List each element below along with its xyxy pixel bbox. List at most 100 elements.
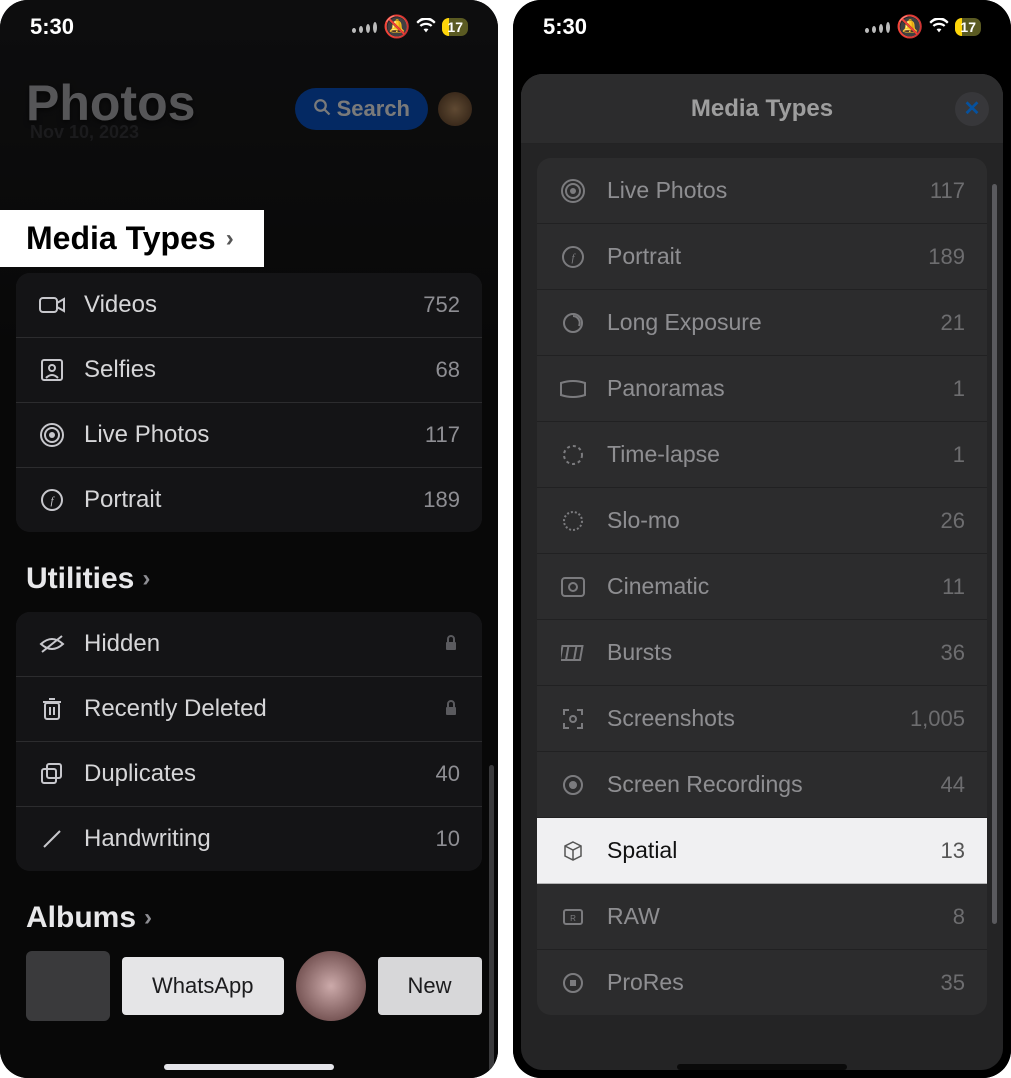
list-item-count: 11 — [942, 574, 965, 600]
list-item-label: Selfies — [84, 356, 418, 384]
scrollbar[interactable] — [992, 184, 997, 924]
list-item-portrait[interactable]: fPortrait189 — [16, 468, 482, 532]
timelapse-icon — [559, 444, 587, 466]
list-item-count: 26 — [941, 508, 965, 534]
list-item-long-exposure[interactable]: Long Exposure21 — [537, 290, 987, 356]
list-item-duplicates[interactable]: Duplicates40 — [16, 742, 482, 807]
album-new[interactable]: New — [378, 957, 482, 1015]
list-item-panoramas[interactable]: Panoramas1 — [537, 356, 987, 422]
list-item-count: 1,005 — [910, 706, 965, 732]
list-item-label: Handwriting — [84, 825, 418, 853]
list-item-cinematic[interactable]: Cinematic11 — [537, 554, 987, 620]
svg-text:f: f — [50, 495, 55, 507]
list-item-label: Recently Deleted — [84, 695, 426, 723]
chevron-right-icon: › — [144, 904, 152, 932]
cellular-signal-icon — [865, 22, 890, 33]
list-item-videos[interactable]: Videos752 — [16, 273, 482, 338]
list-item-recently-deleted[interactable]: Recently Deleted — [16, 677, 482, 742]
list-item-live-photos[interactable]: Live Photos 117 — [16, 403, 482, 468]
status-time: 5:30 — [543, 14, 587, 40]
list-item-handwriting[interactable]: Handwriting 10 — [16, 807, 482, 871]
utilities-label: Utilities — [26, 562, 134, 596]
portrait-icon: f — [38, 489, 66, 511]
list-item-label: Hidden — [84, 630, 426, 658]
cellular-signal-icon — [352, 22, 377, 33]
battery-icon: 17 — [442, 18, 468, 36]
lock-icon — [444, 630, 460, 658]
list-item-label: Bursts — [607, 639, 921, 666]
media-types-sheet-screen: 5:30 🔕 17 Media Types ✕ Live Photos117fP… — [513, 0, 1011, 1078]
list-item-count: 117 — [425, 422, 460, 448]
albums-section-header[interactable]: Albums › — [16, 893, 482, 943]
longexp-icon — [559, 312, 587, 334]
live-icon — [559, 179, 587, 203]
list-item-selfies[interactable]: Selfies 68 — [16, 338, 482, 403]
raw-icon: R — [559, 906, 587, 928]
svg-text:f: f — [571, 252, 576, 264]
sheet-body[interactable]: Live Photos 117 fPortrait189Long Exposure2… — [521, 144, 1003, 1070]
list-item-label: Duplicates — [84, 760, 418, 788]
list-item-label: Slo-mo — [607, 507, 921, 534]
chevron-right-icon: › — [226, 225, 234, 253]
search-button[interactable]: Search — [295, 88, 428, 130]
list-item-portrait[interactable]: fPortrait189 — [537, 224, 987, 290]
home-indicator[interactable] — [677, 1064, 847, 1070]
status-bar: 5:30 🔕 17 — [513, 0, 1011, 54]
list-item-count: 68 — [436, 357, 460, 383]
list-item-raw[interactable]: RRAW8 — [537, 884, 987, 950]
home-indicator[interactable] — [164, 1064, 334, 1070]
list-item-count: 10 — [436, 826, 460, 852]
list-item-bursts[interactable]: Bursts36 — [537, 620, 987, 686]
list-item-label: Time-lapse — [607, 441, 933, 468]
scrollbar[interactable] — [489, 765, 494, 1078]
photos-header: Photos Nov 10, 2023 Search — [0, 60, 498, 143]
utilities-section-header[interactable]: Utilities › — [16, 554, 482, 604]
list-item-screenshots[interactable]: Screenshots 1,005 — [537, 686, 987, 752]
prores-icon — [559, 972, 587, 994]
album-thumbnail[interactable] — [26, 951, 110, 1021]
list-item-time-lapse[interactable]: Time-lapse1 — [537, 422, 987, 488]
battery-icon: 17 — [955, 18, 981, 36]
status-time: 5:30 — [30, 14, 74, 40]
album-whatsapp[interactable]: WhatsApp — [122, 957, 284, 1015]
list-item-hidden[interactable]: Hidden — [16, 612, 482, 677]
list-item-label: Screenshots — [607, 705, 890, 732]
media-types-list: Videos752 Selfies 68 Live Photos 117 fPortrai… — [16, 273, 482, 532]
list-item-count: 13 — [941, 838, 965, 864]
avatar[interactable] — [438, 92, 472, 126]
slomo-icon — [559, 510, 587, 532]
list-item-count: 8 — [953, 904, 965, 930]
trash-icon — [38, 697, 66, 721]
list-item-prores[interactable]: ProRes35 — [537, 950, 987, 1015]
svg-text:R: R — [570, 914, 576, 923]
utilities-list: HiddenRecently DeletedDuplicates40Handwr… — [16, 612, 482, 871]
close-button[interactable]: ✕ — [955, 92, 989, 126]
bell-slash-icon: 🔕 — [383, 14, 410, 40]
album-thumbnail[interactable] — [296, 951, 366, 1021]
portrait-icon: f — [559, 246, 587, 268]
list-item-label: Live Photos — [84, 421, 407, 449]
cinematic-icon — [559, 577, 587, 597]
left-scroll-content[interactable]: Videos752 Selfies 68 Live Photos 117 fPortrai… — [0, 205, 498, 1078]
status-bar: 5:30 🔕 17 — [0, 0, 498, 54]
list-item-slo-mo[interactable]: Slo-mo 26 — [537, 488, 987, 554]
spatial-icon — [559, 840, 587, 862]
screenrec-icon — [559, 774, 587, 796]
list-item-live-photos[interactable]: Live Photos 117 — [537, 158, 987, 224]
phone-right-screenshot: 5:30 🔕 17 Media Types ✕ Live Photos117fP… — [513, 0, 1011, 1078]
hand-icon — [38, 828, 66, 850]
media-types-label: Media Types — [26, 220, 216, 257]
list-item-count: 189 — [423, 487, 460, 513]
list-item-spatial[interactable]: Spatial13 — [537, 818, 987, 884]
sheet-title: Media Types — [691, 95, 833, 123]
media-types-section-header[interactable]: Media Types › — [0, 210, 264, 267]
albums-strip[interactable]: WhatsApp New — [16, 943, 482, 1021]
list-item-label: Screen Recordings — [607, 771, 921, 798]
list-item-count: 117 — [930, 178, 965, 204]
list-item-label: Live Photos — [607, 177, 910, 204]
sheet-header: Media Types ✕ — [521, 74, 1003, 144]
lock-icon — [444, 695, 460, 723]
list-item-screen-recordings[interactable]: Screen Recordings44 — [537, 752, 987, 818]
list-item-label: ProRes — [607, 969, 921, 996]
list-item-count: 1 — [953, 376, 965, 402]
